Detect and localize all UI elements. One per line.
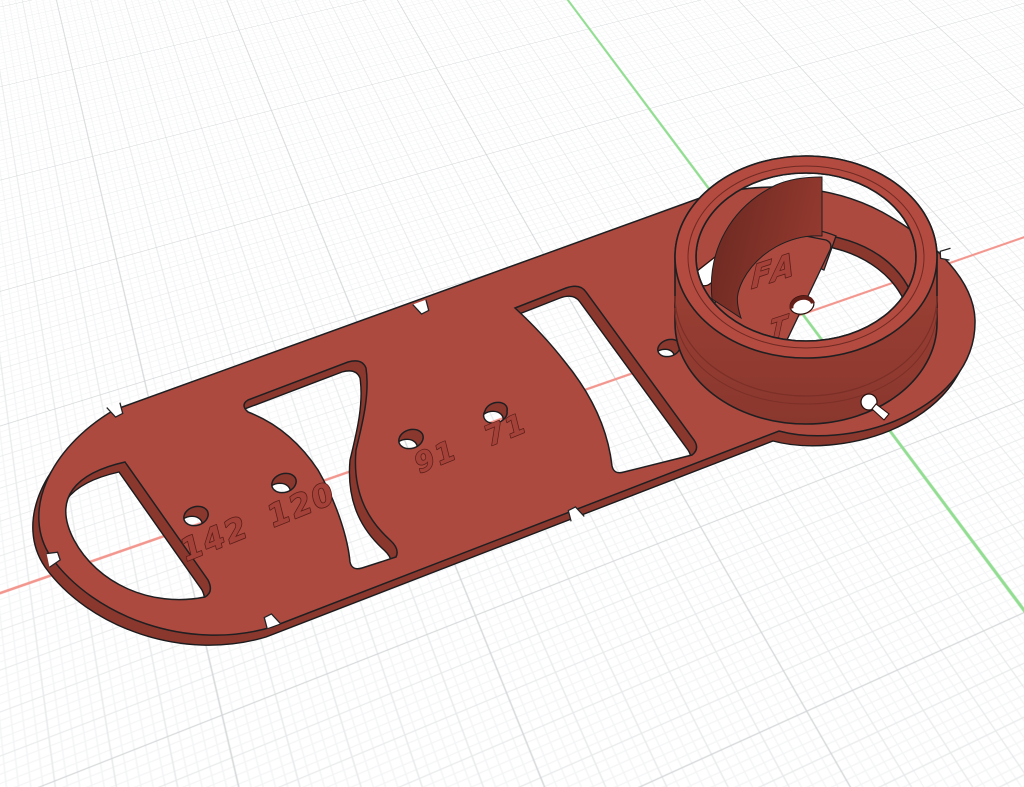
notch (940, 247, 951, 260)
cad-model-layer: 142 120 91 71 FA T (0, 0, 1024, 787)
